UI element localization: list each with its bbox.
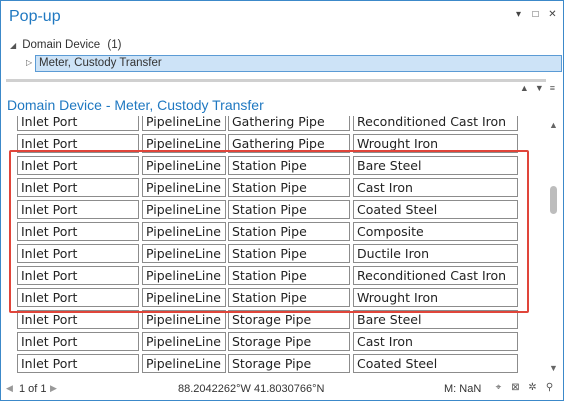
navigation-arrows: ▲ ▼ ≡ — [520, 83, 555, 93]
tree-group-count: (1) — [107, 39, 122, 51]
scroll-track — [6, 79, 546, 82]
zoom-to-icon[interactable]: ⌖ — [493, 382, 504, 394]
asset-group-cell: PipelineLine — [142, 116, 226, 131]
asset-group-cell: PipelineLine — [142, 222, 226, 241]
window-controls: ▾ □ ✕ — [513, 9, 558, 21]
asset-type-cell: Storage Pipe — [228, 354, 350, 373]
material-cell: Cast Iron — [353, 332, 518, 351]
material-cell: Cast Iron — [353, 178, 518, 197]
window-title: Pop-up — [9, 8, 61, 25]
connection-cell: Inlet Port — [17, 310, 139, 329]
asset-type-cell: Station Pipe — [228, 266, 350, 285]
asset-group-cell: PipelineLine — [142, 288, 226, 307]
material-cell: Ductile Iron — [353, 244, 518, 263]
table-row[interactable]: Inlet Port PipelineLine Storage Pipe Coated… — [17, 352, 527, 374]
more-options-icon[interactable]: ≡ — [550, 83, 555, 93]
table-row[interactable]: Inlet Port PipelineLine Storage Pipe Bare S… — [17, 308, 527, 330]
material-cell: Coated Steel — [353, 200, 518, 219]
asset-group-cell: PipelineLine — [142, 310, 226, 329]
asset-type-cell: Storage Pipe — [228, 332, 350, 351]
connection-cell: Inlet Port — [17, 354, 139, 373]
scale-readout: M: NaN — [444, 383, 482, 395]
table-row[interactable]: Inlet Port PipelineLine Station Pipe Coated… — [17, 198, 527, 220]
next-page-icon[interactable]: ▶ — [50, 383, 57, 394]
asset-type-cell: Storage Pipe — [228, 310, 350, 329]
expanded-triangle-icon[interactable]: ◢ — [10, 41, 19, 50]
table-row[interactable]: Inlet Port PipelineLine Station Pipe Wrough… — [17, 286, 527, 308]
scroll-up-icon[interactable]: ▲ — [549, 120, 558, 130]
table-vertical-scrollbar[interactable]: ▲ ▼ — [545, 116, 562, 377]
tree-group-label: Domain Device — [22, 39, 101, 51]
connection-cell: Inlet Port — [17, 156, 139, 175]
asset-type-cell: Gathering Pipe — [228, 134, 350, 153]
material-cell: Reconditioned Cast Iron — [353, 266, 518, 285]
table-row[interactable]: Inlet Port PipelineLine Storage Pipe Cast I… — [17, 330, 527, 352]
tree-item-label: Meter, Custody Transfer — [39, 57, 162, 69]
tree-group-domain-device[interactable]: ◢ Domain Device (1) — [10, 37, 121, 53]
asset-group-cell: PipelineLine — [142, 244, 226, 263]
table-row[interactable]: Inlet Port PipelineLine Station Pipe Compos… — [17, 220, 527, 242]
material-cell: Reconditioned Cast Iron — [353, 116, 518, 131]
scroll-thumb[interactable] — [550, 186, 557, 214]
asset-type-cell: Station Pipe — [228, 178, 350, 197]
asset-group-cell: PipelineLine — [142, 266, 226, 285]
previous-page-icon[interactable]: ◀ — [6, 383, 13, 394]
connection-cell: Inlet Port — [17, 332, 139, 351]
tree-horizontal-scrollbar[interactable] — [2, 76, 564, 84]
table-row[interactable]: Inlet Port PipelineLine Station Pipe Cast I… — [17, 176, 527, 198]
asset-group-cell: PipelineLine — [142, 200, 226, 219]
material-cell: Composite — [353, 222, 518, 241]
material-cell: Wrought Iron — [353, 288, 518, 307]
material-cell: Bare Steel — [353, 156, 518, 175]
next-arrow-icon[interactable]: ▼ — [535, 83, 544, 93]
title-bar: Pop-up ▾ □ ✕ — [2, 2, 564, 32]
status-tools: ⌖ ⊠ ✲ ⚲ — [493, 382, 555, 394]
material-cell: Wrought Iron — [353, 134, 518, 153]
collapsed-triangle-icon[interactable]: ▷ — [26, 58, 35, 67]
connection-cell: Inlet Port — [17, 222, 139, 241]
table-row[interactable]: Inlet Port PipelineLine Station Pipe Bare S… — [17, 154, 527, 176]
scroll-down-icon[interactable]: ▼ — [549, 363, 558, 373]
connection-cell: Inlet Port — [17, 116, 139, 131]
previous-arrow-icon[interactable]: ▲ — [520, 83, 529, 93]
coordinates-readout: 88.2042262°W 41.8030766°N — [178, 383, 325, 395]
snapping-icon[interactable]: ⊠ — [510, 382, 521, 394]
connection-cell: Inlet Port — [17, 134, 139, 153]
asset-group-cell: PipelineLine — [142, 178, 226, 197]
search-icon[interactable]: ⚲ — [544, 382, 555, 394]
asset-group-cell: PipelineLine — [142, 156, 226, 175]
asset-type-cell: Station Pipe — [228, 288, 350, 307]
flash-icon[interactable]: ✲ — [527, 382, 538, 394]
table-row[interactable]: Inlet Port PipelineLine Station Pipe Recond… — [17, 264, 527, 286]
attribute-table: Inlet Port PipelineLine Gathering Pipe Reco… — [7, 116, 543, 377]
asset-type-cell: Gathering Pipe — [228, 116, 350, 131]
tree-item-selected[interactable]: Meter, Custody Transfer — [35, 55, 562, 72]
asset-type-cell: Station Pipe — [228, 200, 350, 219]
maximize-icon[interactable]: □ — [530, 9, 541, 21]
table-row[interactable]: Inlet Port PipelineLine Station Pipe Ductil… — [17, 242, 527, 264]
table-row[interactable]: Inlet Port PipelineLine Gathering Pipe Wrou… — [17, 132, 527, 154]
options-menu-icon[interactable]: ▾ — [513, 9, 524, 21]
popup-window: Pop-up ▾ □ ✕ ◢ Domain Device (1) Meter, … — [0, 0, 564, 401]
status-bar: ◀ 1 of 1 ▶ 88.2042262°W 41.8030766°N M: … — [2, 379, 564, 401]
material-cell: Bare Steel — [353, 310, 518, 329]
connection-cell: Inlet Port — [17, 266, 139, 285]
table-row[interactable]: Inlet Port PipelineLine Gathering Pipe Reco… — [17, 116, 527, 132]
connection-cell: Inlet Port — [17, 288, 139, 307]
connection-cell: Inlet Port — [17, 244, 139, 263]
page-indicator: 1 of 1 — [19, 383, 47, 395]
asset-type-cell: Station Pipe — [228, 222, 350, 241]
close-icon[interactable]: ✕ — [547, 9, 558, 21]
asset-group-cell: PipelineLine — [142, 354, 226, 373]
connection-cell: Inlet Port — [17, 200, 139, 219]
asset-type-cell: Station Pipe — [228, 156, 350, 175]
asset-type-cell: Station Pipe — [228, 244, 350, 263]
asset-group-cell: PipelineLine — [142, 332, 226, 351]
connection-cell: Inlet Port — [17, 178, 139, 197]
asset-group-cell: PipelineLine — [142, 134, 226, 153]
details-title: Domain Device - Meter, Custody Transfer — [7, 97, 264, 113]
material-cell: Coated Steel — [353, 354, 518, 373]
